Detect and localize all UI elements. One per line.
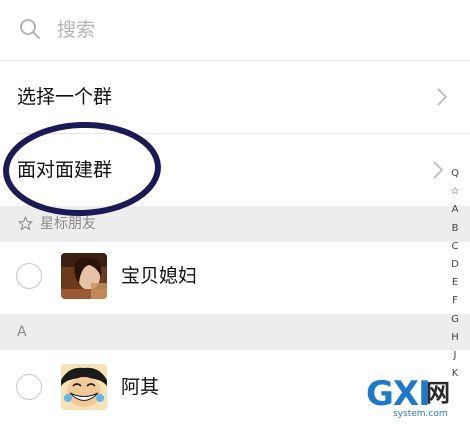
contact-name: 阿其 [121,376,160,398]
face-to-face-group-label: 面对面建群 [17,159,113,181]
watermark-sub-text: system.com [393,409,448,419]
index-letter[interactable]: ☆ [448,183,462,201]
index-letter[interactable]: A [448,201,462,219]
search-icon [20,19,40,39]
contact-name: 宝贝媳妇 [121,265,198,287]
section-header-label: A [17,324,27,340]
index-letter[interactable]: F [448,292,462,310]
select-radio[interactable] [16,263,42,289]
index-letter[interactable]: G [448,311,462,329]
contact-picker-screen: 搜索 选择一个群 面对面建群 星标朋友 宝贝媳妇 A 阿其 Q ☆ A B C … [0,0,470,425]
chevron-right-icon [433,161,444,179]
index-letter[interactable]: D [448,256,462,274]
section-header-starred: 星标朋友 [0,206,470,242]
index-letter[interactable]: E [448,274,462,292]
select-group-label: 选择一个群 [17,86,113,108]
watermark-cn-text: 网 [426,379,450,407]
index-letter[interactable]: J [448,347,462,365]
search-placeholder: 搜索 [57,19,96,41]
select-radio[interactable] [16,374,42,400]
face-to-face-group-row[interactable]: 面对面建群 [0,134,470,206]
index-letter[interactable]: H [448,329,462,347]
contact-row[interactable]: 宝贝媳妇 [0,242,470,314]
index-letter[interactable]: Q [448,165,462,183]
watermark-logo: GXI 网 system.com [366,375,466,425]
search-bar[interactable]: 搜索 [0,0,470,60]
index-letter[interactable]: B [448,220,462,238]
alphabet-index-bar[interactable]: Q ☆ A B C D E F G H J K [448,165,462,383]
select-group-row[interactable]: 选择一个群 [0,61,470,133]
index-letter[interactable]: C [448,238,462,256]
watermark-main-text: GXI [366,374,431,414]
avatar [61,364,107,410]
section-header-label: 星标朋友 [40,216,96,232]
star-icon [18,216,33,231]
avatar [61,253,107,299]
section-header-a: A [0,314,470,350]
chevron-right-icon [437,88,448,106]
